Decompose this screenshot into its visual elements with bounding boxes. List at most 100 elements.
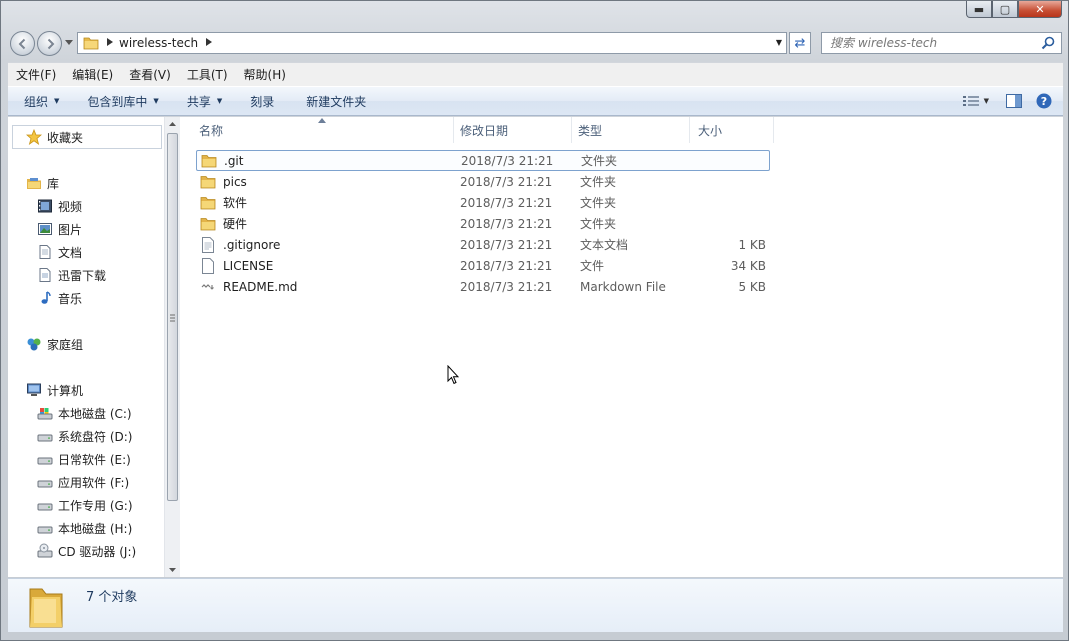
file-size: 1 KB: [738, 237, 766, 252]
help-button[interactable]: ?: [1033, 92, 1055, 110]
video-icon: [37, 198, 53, 214]
address-bar[interactable]: wireless-tech ▼: [77, 32, 787, 54]
nav-drive-j[interactable]: CD 驱动器 (J:): [8, 540, 136, 562]
nav-drive-e[interactable]: 日常软件 (E:): [8, 448, 131, 470]
refresh-button[interactable]: ⇄: [789, 32, 811, 54]
column-header-date[interactable]: 修改日期: [452, 117, 572, 143]
markdown-file-icon: [200, 279, 216, 295]
file-row[interactable]: LICENSE 2018/7/3 21:21 文件 34 KB: [196, 255, 770, 276]
nav-drive-c[interactable]: 本地磁盘 (C:): [8, 402, 132, 424]
nav-drive-e-label: 日常软件 (E:): [58, 452, 131, 467]
file-row[interactable]: .git 2018/7/3 21:21 文件夹: [196, 150, 770, 171]
scrollbar-thumb[interactable]: [167, 133, 178, 501]
file-name: .gitignore: [223, 237, 281, 252]
cd-drive-icon: [37, 543, 53, 559]
file-date: 2018/7/3 21:21: [461, 153, 554, 168]
column-header-type[interactable]: 类型: [570, 117, 690, 143]
organize-button[interactable]: 组织 ▼: [8, 93, 69, 110]
nav-computer[interactable]: 计算机: [8, 379, 83, 401]
back-button[interactable]: [10, 31, 35, 56]
include-library-button[interactable]: 包含到库中 ▼: [77, 93, 168, 110]
menu-tools[interactable]: 工具(T): [179, 66, 236, 83]
help-icon: ?: [1036, 93, 1052, 109]
grip-icon: [170, 314, 175, 322]
nav-homegroup[interactable]: 家庭组: [8, 333, 83, 355]
file-name-cell: 硬件: [196, 215, 247, 232]
file-date: 2018/7/3 21:21: [460, 258, 553, 273]
drive-icon: [37, 474, 53, 490]
search-box[interactable]: [821, 32, 1062, 54]
document-icon: [37, 244, 53, 260]
file-name: .git: [224, 153, 244, 168]
folder-icon: [26, 583, 66, 629]
nav-scrollbar[interactable]: [164, 117, 180, 577]
text-file-icon: [200, 236, 216, 253]
burn-button[interactable]: 刻录: [240, 93, 284, 110]
file-date: 2018/7/3 21:21: [460, 216, 553, 231]
nav-drive-f[interactable]: 应用软件 (F:): [8, 471, 129, 493]
nav-drive-g[interactable]: 工作专用 (G:): [8, 494, 133, 516]
file-type: 文件: [580, 259, 605, 273]
file-row[interactable]: pics 2018/7/3 21:21 文件夹: [196, 171, 770, 192]
menu-edit[interactable]: 编辑(E): [64, 66, 121, 83]
nav-lib-pictures[interactable]: 图片: [8, 218, 82, 240]
file-name: README.md: [223, 279, 298, 294]
nav-lib-thunder-downloads-label: 迅雷下载: [58, 268, 107, 283]
nav-drive-g-label: 工作专用 (G:): [58, 498, 133, 513]
view-options-dropdown[interactable]: ▼: [984, 97, 989, 105]
file-type: 文件夹: [581, 154, 618, 168]
file-name-cell: LICENSE: [196, 257, 273, 274]
folder-icon: [200, 174, 216, 190]
nav-drive-d[interactable]: 系统盘符 (D:): [8, 425, 132, 447]
breadcrumb-separator-icon[interactable]: [206, 38, 213, 48]
column-date-label: 修改日期: [460, 123, 509, 138]
organize-label: 组织: [24, 94, 49, 109]
file-row[interactable]: 软件 2018/7/3 21:21 文件夹: [196, 192, 770, 213]
change-view-button[interactable]: [960, 92, 982, 110]
new-folder-button[interactable]: 新建文件夹: [296, 93, 376, 110]
search-icon[interactable]: [1039, 34, 1057, 52]
menu-help[interactable]: 帮助(H): [236, 66, 294, 83]
nav-lib-pictures-label: 图片: [58, 222, 83, 237]
forward-button[interactable]: [37, 31, 62, 56]
share-button[interactable]: 共享 ▼: [177, 93, 232, 110]
file-row[interactable]: .gitignore 2018/7/3 21:21 文本文档 1 KB: [196, 234, 770, 255]
music-note-icon: [37, 290, 53, 306]
file-row[interactable]: README.md 2018/7/3 21:21 Markdown File 5…: [196, 276, 770, 297]
breadcrumb-item[interactable]: wireless-tech: [119, 36, 198, 50]
scroll-up-icon[interactable]: [165, 117, 180, 131]
menu-file[interactable]: 文件(F): [8, 66, 64, 83]
file-type: 文本文档: [580, 238, 629, 252]
library-icon: [26, 175, 42, 191]
navigation-tree: 收藏夹 库 视频 图片 文档 迅雷下载 音乐 家庭组 计算机 本地磁盘 (C:)…: [8, 117, 163, 577]
nav-favorites[interactable]: 收藏夹: [8, 126, 83, 148]
address-row: wireless-tech ▼ ⇄: [1, 27, 1068, 59]
close-button[interactable]: ✕: [1018, 1, 1062, 18]
preview-pane-button[interactable]: [1003, 92, 1025, 110]
nav-lib-videos[interactable]: 视频: [8, 195, 82, 217]
chevron-down-icon: ▼: [153, 97, 159, 105]
nav-drive-h[interactable]: 本地磁盘 (H:): [8, 517, 132, 539]
file-name-cell: pics: [196, 174, 247, 190]
drive-icon: [37, 428, 53, 444]
nav-lib-documents-label: 文档: [58, 245, 83, 260]
address-history-dropdown[interactable]: ▼: [776, 38, 782, 47]
breadcrumb-separator-icon[interactable]: [107, 38, 113, 48]
file-type: 文件夹: [580, 196, 617, 210]
column-header-size[interactable]: 大小: [690, 117, 774, 143]
nav-drive-j-label: CD 驱动器 (J:): [58, 544, 137, 559]
menu-view[interactable]: 查看(V): [121, 66, 179, 83]
maximize-button[interactable]: ▢: [992, 1, 1018, 18]
file-name-cell: .git: [197, 153, 243, 169]
recent-pages-dropdown[interactable]: [65, 39, 73, 48]
file-type: 文件夹: [580, 217, 617, 231]
nav-libraries[interactable]: 库: [8, 172, 59, 194]
column-size-label: 大小: [698, 123, 723, 138]
nav-lib-thunder-downloads[interactable]: 迅雷下载: [8, 264, 106, 286]
file-row[interactable]: 硬件 2018/7/3 21:21 文件夹: [196, 213, 770, 234]
search-input[interactable]: [830, 36, 1039, 50]
nav-lib-documents[interactable]: 文档: [8, 241, 82, 263]
minimize-button[interactable]: ▬: [966, 1, 992, 18]
nav-lib-music[interactable]: 音乐: [8, 287, 82, 309]
scroll-down-icon[interactable]: [165, 563, 180, 577]
